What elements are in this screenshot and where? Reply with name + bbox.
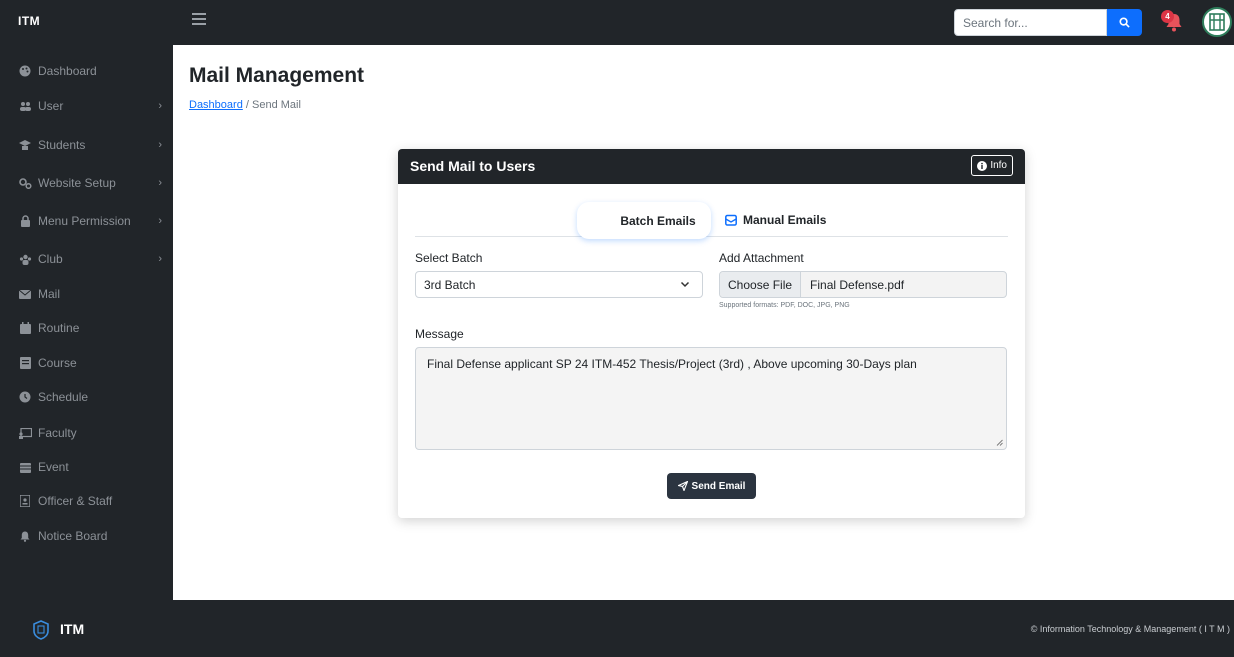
bell-icon (18, 529, 32, 543)
email-mode-tabs: Batch Emails Manual Emails (415, 202, 1008, 239)
batch-select[interactable]: 3rd Batch (415, 271, 703, 298)
chevron-right-icon: › (158, 253, 162, 265)
attachment-format-hint: Supported formats: PDF, DOC, JPG, PNG (719, 302, 850, 309)
sidebar-item-club[interactable]: Club › (0, 242, 173, 276)
sidebar-item-label: Club (38, 252, 63, 266)
book-icon (18, 356, 32, 370)
sidebar-item-label: Course (38, 356, 77, 370)
breadcrumb: Dashboard / Send Mail (189, 99, 301, 111)
sidebar-item-label: Routine (38, 321, 80, 335)
itm-logo-icon (33, 620, 49, 640)
gears-icon (18, 176, 32, 190)
graduate-icon (18, 138, 32, 152)
page-title: Mail Management (189, 64, 365, 87)
notification-count-badge: 4 (1161, 10, 1174, 23)
palette-icon (18, 64, 32, 78)
calendar-event-icon (18, 460, 32, 474)
breadcrumb-separator: / (245, 99, 249, 111)
batch-select-value: 3rd Batch (424, 277, 476, 292)
user-avatar-logo-icon (1209, 13, 1225, 31)
chevron-right-icon: › (158, 177, 162, 189)
card-title: Send Mail to Users (410, 158, 536, 174)
breadcrumb-link-dashboard[interactable]: Dashboard (189, 99, 243, 111)
message-label: Message (415, 327, 464, 341)
search-input[interactable] (954, 9, 1107, 36)
sidebar-item-schedule[interactable]: Schedule (0, 380, 173, 414)
attachment-label: Add Attachment (719, 251, 804, 265)
message-text: Final Defense applicant SP 24 ITM-452 Th… (427, 357, 917, 371)
chevron-down-icon (680, 281, 690, 288)
sidebar-item-routine[interactable]: Routine (0, 311, 173, 345)
lock-icon (18, 214, 32, 228)
sidebar-item-label: Schedule (38, 390, 89, 404)
sidebar-item-label: Website Setup (38, 176, 116, 190)
clock-icon (18, 390, 32, 404)
sidebar-item-website-setup[interactable]: Website Setup › (0, 166, 173, 200)
send-email-label: Send Email (691, 480, 746, 492)
sidebar-item-label: Dashboard (38, 64, 97, 78)
message-textarea[interactable]: Final Defense applicant SP 24 ITM-452 Th… (415, 347, 1007, 450)
footer: ITM © Information Technology & Managemen… (0, 600, 1234, 657)
sidebar-item-students[interactable]: Students › (0, 128, 173, 162)
sidebar-item-mail[interactable]: Mail (0, 277, 173, 311)
people-group-icon (18, 252, 32, 266)
users-icon (18, 99, 32, 113)
sidebar-item-label: Menu Permission (38, 214, 131, 228)
top-navbar: ITM 4 (0, 0, 1234, 45)
select-batch-label: Select Batch (415, 251, 483, 265)
sidebar-item-notice-board[interactable]: Notice Board (0, 519, 173, 553)
chevron-right-icon: › (158, 100, 162, 112)
resize-grip-icon[interactable] (996, 439, 1003, 446)
breadcrumb-current: Send Mail (252, 99, 301, 111)
info-circle-icon (977, 160, 988, 171)
sidebar-item-user[interactable]: User › (0, 89, 173, 123)
send-email-button[interactable]: Send Email (667, 473, 756, 499)
tab-manual-emails[interactable]: Manual Emails (725, 202, 826, 237)
card-header: Send Mail to Users Info (398, 149, 1025, 184)
info-button[interactable]: Info (971, 155, 1013, 176)
envelope-open-icon (725, 214, 737, 226)
search-form (954, 9, 1142, 36)
calendar-icon (18, 321, 32, 335)
paper-plane-icon (677, 481, 688, 491)
sidebar-item-label: Notice Board (38, 529, 108, 543)
tab-manual-emails-label: Manual Emails (743, 212, 827, 227)
sidebar-item-event[interactable]: Event (0, 450, 173, 484)
sidebar: Dashboard User › Students › Website Setu… (0, 45, 173, 600)
selected-file-name: Final Defense.pdf (810, 277, 905, 292)
sidebar-item-course[interactable]: Course (0, 346, 173, 380)
chevron-right-icon: › (158, 215, 162, 227)
sidebar-item-label: Students (38, 138, 86, 152)
info-button-label: Info (990, 160, 1007, 171)
footer-brand: ITM (60, 621, 85, 637)
sidebar-item-dashboard[interactable]: Dashboard (0, 54, 173, 88)
sidebar-item-label: Officer & Staff (38, 494, 113, 508)
tab-batch-emails[interactable]: Batch Emails (577, 202, 711, 239)
menu-toggle-icon[interactable] (192, 12, 206, 30)
send-mail-card: Send Mail to Users Info Batch Emails Man… (398, 149, 1025, 518)
sidebar-item-label: Mail (38, 287, 61, 301)
choose-file-button[interactable]: Choose File (720, 272, 802, 297)
chalkboard-icon (18, 426, 32, 440)
brand-logo-text[interactable]: ITM (18, 14, 40, 28)
footer-copyright: © Information Technology & Management ( … (1030, 624, 1230, 634)
sidebar-item-faculty[interactable]: Faculty (0, 416, 173, 450)
search-button[interactable] (1107, 9, 1142, 36)
sidebar-item-label: User (38, 99, 64, 113)
sidebar-item-menu-permission[interactable]: Menu Permission › (0, 204, 173, 238)
id-badge-icon (18, 494, 32, 508)
envelope-icon (18, 287, 32, 301)
avatar[interactable] (1202, 7, 1232, 37)
chevron-right-icon: › (158, 139, 162, 151)
notifications-button[interactable]: 4 (1161, 10, 1185, 33)
sidebar-item-officer-staff[interactable]: Officer & Staff (0, 484, 173, 518)
attachment-file-input[interactable]: Choose File Final Defense.pdf (719, 271, 1007, 298)
search-icon (1119, 17, 1130, 28)
sidebar-item-label: Event (38, 460, 69, 474)
sidebar-item-label: Faculty (38, 426, 77, 440)
